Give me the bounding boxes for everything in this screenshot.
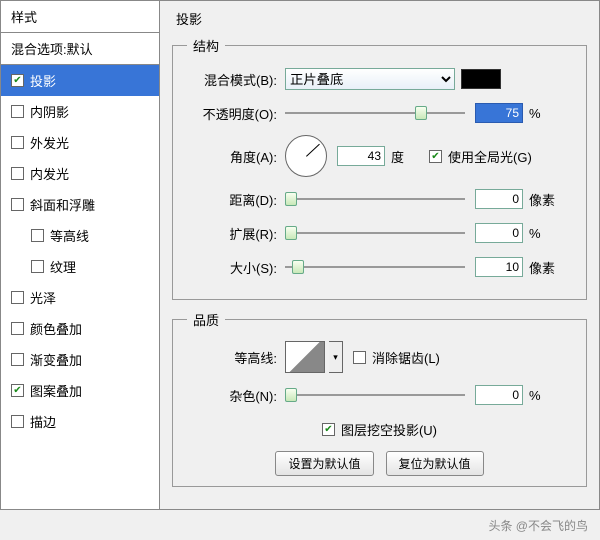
noise-label: 杂色(N):: [187, 386, 277, 405]
size-slider[interactable]: [285, 266, 465, 268]
quality-legend: 品质: [187, 310, 225, 329]
checkbox-icon[interactable]: [11, 105, 24, 118]
sidebar-item-8[interactable]: 颜色叠加: [1, 313, 159, 344]
sidebar-item-label: 光泽: [30, 288, 56, 307]
sidebar-item-3[interactable]: 内发光: [1, 158, 159, 189]
size-input[interactable]: [475, 257, 523, 277]
checkbox-icon[interactable]: [11, 74, 24, 87]
sidebar-item-4[interactable]: 斜面和浮雕: [1, 189, 159, 220]
checkbox-icon[interactable]: [11, 291, 24, 304]
sidebar-item-5[interactable]: 等高线: [1, 220, 159, 251]
contour-label: 等高线:: [187, 348, 277, 367]
distance-input[interactable]: [475, 189, 523, 209]
checkbox-icon[interactable]: [11, 167, 24, 180]
sidebar-item-label: 等高线: [50, 226, 89, 245]
quality-group: 品质 等高线: ▾ 消除锯齿(L) 杂色(N): % 图层挖空投影(: [172, 310, 587, 487]
sidebar-item-label: 纹理: [50, 257, 76, 276]
sidebar-item-label: 投影: [30, 71, 56, 90]
checkbox-icon[interactable]: [11, 353, 24, 366]
size-unit: 像素: [529, 258, 557, 277]
spread-unit: %: [529, 226, 557, 241]
main-panel: 投影 结构 混合模式(B): 正片叠底 不透明度(O): % 角度(A):: [160, 0, 600, 510]
sidebar-item-label: 内阴影: [30, 102, 69, 121]
opacity-slider[interactable]: [285, 112, 465, 114]
angle-dial[interactable]: [285, 135, 327, 177]
checkbox-icon[interactable]: [11, 415, 24, 428]
distance-slider[interactable]: [285, 198, 465, 200]
spread-input[interactable]: [475, 223, 523, 243]
noise-slider[interactable]: [285, 394, 465, 396]
sidebar-item-label: 图案叠加: [30, 381, 82, 400]
angle-label: 角度(A):: [187, 147, 277, 166]
sidebar-item-10[interactable]: 图案叠加: [1, 375, 159, 406]
sidebar-item-1[interactable]: 内阴影: [1, 96, 159, 127]
structure-group: 结构 混合模式(B): 正片叠底 不透明度(O): % 角度(A):: [172, 36, 587, 300]
sidebar-item-label: 描边: [30, 412, 56, 431]
checkbox-icon[interactable]: [11, 136, 24, 149]
antialias-label: 消除锯齿(L): [372, 348, 440, 367]
sidebar-item-label: 颜色叠加: [30, 319, 82, 338]
opacity-unit: %: [529, 106, 557, 121]
sidebar-blend-options[interactable]: 混合选项:默认: [1, 33, 159, 65]
set-default-button[interactable]: 设置为默认值: [275, 451, 373, 476]
noise-input[interactable]: [475, 385, 523, 405]
blend-mode-label: 混合模式(B):: [187, 70, 277, 89]
opacity-label: 不透明度(O):: [187, 104, 277, 123]
sidebar-item-2[interactable]: 外发光: [1, 127, 159, 158]
sidebar-item-7[interactable]: 光泽: [1, 282, 159, 313]
sidebar-list: 投影内阴影外发光内发光斜面和浮雕等高线纹理光泽颜色叠加渐变叠加图案叠加描边: [1, 65, 159, 509]
sidebar-item-9[interactable]: 渐变叠加: [1, 344, 159, 375]
spread-slider[interactable]: [285, 232, 465, 234]
knockout-label: 图层挖空投影(U): [341, 420, 437, 439]
sidebar-header: 样式: [1, 1, 159, 33]
checkbox-icon: [322, 423, 335, 436]
watermark: 头条 @不会飞的鸟: [488, 517, 588, 534]
checkbox-icon: [429, 150, 442, 163]
global-light-checkbox[interactable]: 使用全局光(G): [429, 147, 532, 166]
noise-unit: %: [529, 388, 557, 403]
sidebar-item-11[interactable]: 描边: [1, 406, 159, 437]
reset-default-button[interactable]: 复位为默认值: [386, 451, 484, 476]
checkbox-icon[interactable]: [11, 198, 24, 211]
angle-unit: 度: [391, 147, 419, 166]
structure-legend: 结构: [187, 36, 225, 55]
checkbox-icon[interactable]: [11, 322, 24, 335]
styles-sidebar: 样式 混合选项:默认 投影内阴影外发光内发光斜面和浮雕等高线纹理光泽颜色叠加渐变…: [0, 0, 160, 510]
knockout-checkbox[interactable]: 图层挖空投影(U): [322, 420, 437, 439]
sidebar-item-label: 斜面和浮雕: [30, 195, 95, 214]
checkbox-icon: [353, 351, 366, 364]
sidebar-item-6[interactable]: 纹理: [1, 251, 159, 282]
sidebar-item-label: 渐变叠加: [30, 350, 82, 369]
shadow-color-swatch[interactable]: [461, 69, 501, 89]
spread-label: 扩展(R):: [187, 224, 277, 243]
checkbox-icon[interactable]: [11, 384, 24, 397]
distance-unit: 像素: [529, 190, 557, 209]
opacity-input[interactable]: [475, 103, 523, 123]
angle-input[interactable]: [337, 146, 385, 166]
sidebar-item-label: 内发光: [30, 164, 69, 183]
checkbox-icon[interactable]: [31, 260, 44, 273]
contour-picker[interactable]: [285, 341, 325, 373]
contour-dropdown-icon[interactable]: ▾: [329, 341, 343, 373]
size-label: 大小(S):: [187, 258, 277, 277]
checkbox-icon[interactable]: [31, 229, 44, 242]
panel-title: 投影: [172, 9, 587, 28]
blend-mode-select[interactable]: 正片叠底: [285, 68, 455, 90]
distance-label: 距离(D):: [187, 190, 277, 209]
global-light-label: 使用全局光(G): [448, 147, 532, 166]
sidebar-item-label: 外发光: [30, 133, 69, 152]
sidebar-item-0[interactable]: 投影: [1, 65, 159, 96]
antialias-checkbox[interactable]: 消除锯齿(L): [353, 348, 440, 367]
